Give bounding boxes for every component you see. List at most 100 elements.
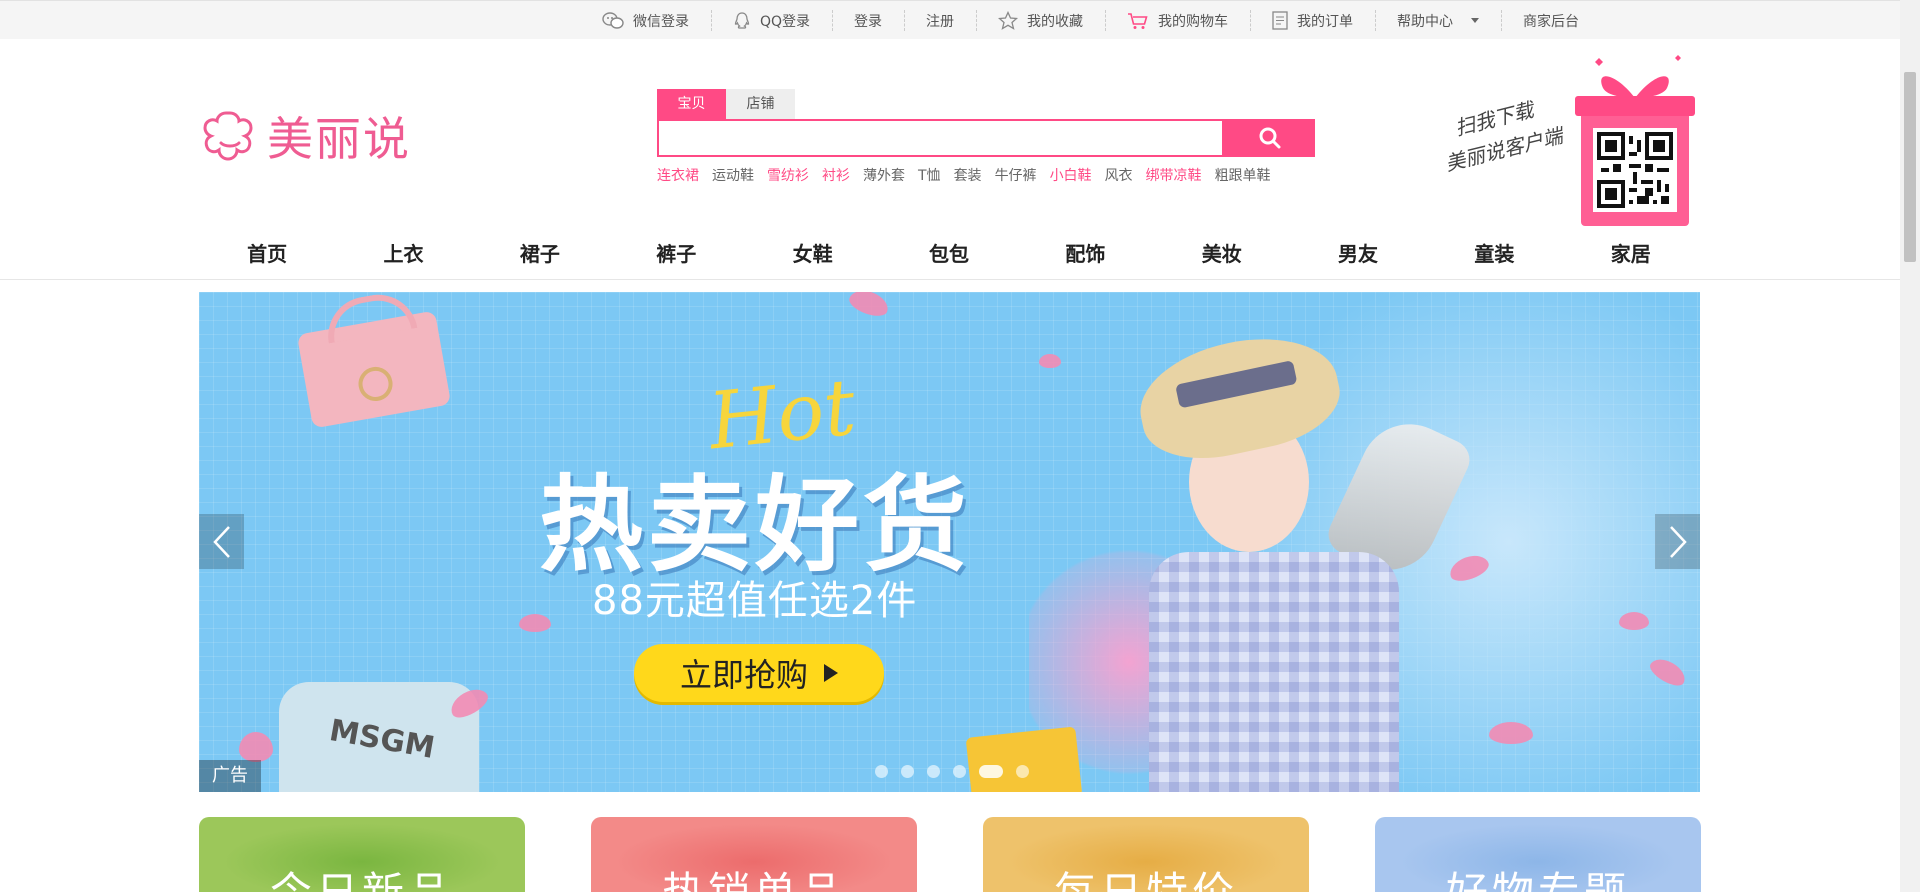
wechat-login-label: 微信登录: [633, 13, 689, 30]
hot-keyword[interactable]: 牛仔裤: [995, 165, 1037, 185]
favorites-link[interactable]: 我的收藏: [976, 1, 1105, 40]
logo[interactable]: 美丽说: [199, 103, 411, 169]
card-curated-topics[interactable]: 好物专题: [1375, 817, 1701, 892]
top-bar: 微信登录 QQ登录 登录 注册 我的收藏 我的购物车 我的订单 帮助中心 商家后…: [0, 0, 1900, 39]
search-button[interactable]: [1224, 119, 1315, 157]
hot-keyword[interactable]: 衬衫: [822, 165, 850, 185]
pagination-dot[interactable]: [953, 765, 966, 778]
hot-keyword[interactable]: 雪纺衫: [767, 165, 809, 185]
model-image: [1129, 302, 1429, 792]
nav-item-skirts[interactable]: 裙子: [472, 234, 608, 274]
cart-label: 我的购物车: [1158, 13, 1229, 30]
tab-items[interactable]: 宝贝: [657, 89, 726, 119]
nav-item-home[interactable]: 首页: [199, 234, 335, 274]
wechat-login-link[interactable]: 微信登录: [580, 1, 711, 40]
banner-subline: 88元超值任选2件: [592, 578, 918, 624]
nav-item-pants[interactable]: 裤子: [608, 234, 744, 274]
petal-decor: [1489, 722, 1533, 744]
wechat-icon: [602, 11, 624, 29]
qq-login-link[interactable]: QQ登录: [711, 1, 832, 40]
page: 微信登录 QQ登录 登录 注册 我的收藏 我的购物车 我的订单 帮助中心 商家后…: [0, 0, 1920, 892]
play-arrow-icon: [824, 664, 838, 682]
pagination-dot[interactable]: [875, 765, 888, 778]
nav-item-beauty[interactable]: 美妆: [1154, 234, 1290, 274]
tshirt-print: MSGM: [326, 713, 438, 766]
pagination-dot[interactable]: [1016, 765, 1029, 778]
nav-item-kids[interactable]: 童装: [1426, 234, 1562, 274]
orders-link[interactable]: 我的订单: [1250, 1, 1375, 40]
hot-keyword[interactable]: T恤: [918, 165, 941, 185]
pagination-dot[interactable]: [901, 765, 914, 778]
hot-keyword[interactable]: 运动鞋: [712, 165, 754, 185]
star-icon: [998, 11, 1019, 30]
card-best-sellers[interactable]: 热销单品: [591, 817, 917, 892]
petal-decor: [239, 732, 273, 762]
tshirt-image: MSGM: [279, 682, 479, 792]
login-label: 登录: [854, 13, 883, 30]
search-tabs: 宝贝 店铺: [657, 89, 1315, 119]
orders-label: 我的订单: [1297, 13, 1354, 30]
hot-keywords: 连衣裙 运动鞋 雪纺衫 衬衫 薄外套 T恤 套装 牛仔裤 小白鞋 风衣 绑带凉鞋…: [657, 165, 1315, 185]
logo-flower-icon: [203, 111, 253, 161]
hot-keyword[interactable]: 小白鞋: [1050, 165, 1092, 185]
merchant-backend-link[interactable]: 商家后台: [1501, 1, 1601, 40]
banner-prev-button[interactable]: [199, 514, 244, 569]
cart-link[interactable]: 我的购物车: [1105, 1, 1250, 40]
nav-item-accessories[interactable]: 配饰: [1017, 234, 1153, 274]
search-input[interactable]: [657, 119, 1224, 157]
search-box: 宝贝 店铺 连衣裙 运动鞋 雪纺衫 衬衫 薄外套 T恤 套装 牛仔裤 小白鞋 风…: [657, 89, 1315, 185]
hot-keyword[interactable]: 粗跟单鞋: [1215, 165, 1271, 185]
card-label: 今日新品: [199, 859, 525, 892]
nav-item-bags[interactable]: 包包: [881, 234, 1017, 274]
help-center-link[interactable]: 帮助中心: [1375, 1, 1501, 40]
ad-badge: 广告: [199, 760, 261, 792]
nav-item-boyfriend[interactable]: 男友: [1290, 234, 1426, 274]
buy-now-label: 立即抢购: [679, 656, 808, 694]
login-link[interactable]: 登录: [832, 1, 904, 40]
app-download-qr[interactable]: 扫我下载 美丽说客户端: [1440, 52, 1700, 232]
search-icon: [1259, 127, 1280, 149]
qq-icon: [734, 11, 750, 29]
chevron-right-icon: [1669, 525, 1687, 558]
card-label: 每日特价: [983, 859, 1309, 892]
yellow-bag-image: [965, 726, 1083, 792]
register-label: 注册: [926, 13, 955, 30]
petal-decor: [1619, 612, 1649, 630]
merchant-backend-label: 商家后台: [1523, 13, 1580, 30]
petal-decor: [1039, 354, 1061, 368]
cart-icon: [1128, 12, 1148, 29]
top-links: 微信登录 QQ登录 登录 注册 我的收藏 我的购物车 我的订单 帮助中心 商家后…: [580, 1, 1601, 40]
hot-keyword[interactable]: 套装: [954, 165, 982, 185]
hot-keyword[interactable]: 风衣: [1105, 165, 1133, 185]
pagination-dot[interactable]: [979, 765, 1003, 778]
hero-banner[interactable]: MSGM Hot 热卖好货 88元超值任选2件 立即抢购 广告: [199, 292, 1700, 792]
qq-login-label: QQ登录: [760, 13, 811, 30]
pagination-dot[interactable]: [927, 765, 940, 778]
buy-now-button[interactable]: 立即抢购: [634, 644, 884, 702]
logo-text: 美丽说: [267, 112, 411, 166]
scrollbar-thumb[interactable]: [1904, 72, 1916, 262]
favorites-label: 我的收藏: [1027, 13, 1084, 30]
order-icon: [1272, 11, 1288, 30]
category-nav: 首页 上衣 裙子 裤子 女鞋 包包 配饰 美妆 男友 童装 家居: [199, 234, 1699, 274]
banner-pagination: [875, 765, 1042, 778]
nav-divider: [0, 279, 1900, 280]
qr-code: [1593, 128, 1677, 212]
hot-keyword[interactable]: 绑带凉鞋: [1146, 165, 1202, 185]
nav-item-tops[interactable]: 上衣: [335, 234, 471, 274]
page-scrollbar[interactable]: [1900, 0, 1920, 892]
card-new-arrivals[interactable]: 今日新品: [199, 817, 525, 892]
banner-next-button[interactable]: [1655, 514, 1700, 569]
tab-shops[interactable]: 店铺: [726, 89, 795, 119]
petal-decor: [519, 614, 551, 632]
hot-keyword[interactable]: 连衣裙: [657, 165, 699, 185]
help-center-label: 帮助中心: [1397, 13, 1454, 30]
nav-item-shoes[interactable]: 女鞋: [744, 234, 880, 274]
chevron-down-icon: [1471, 18, 1480, 23]
register-link[interactable]: 注册: [904, 1, 976, 40]
card-daily-deals[interactable]: 每日特价: [983, 817, 1309, 892]
hot-keyword[interactable]: 薄外套: [863, 165, 905, 185]
nav-item-home-living[interactable]: 家居: [1563, 234, 1699, 274]
chevron-left-icon: [212, 525, 230, 558]
qr-caption: 扫我下载 美丽说客户端: [1434, 88, 1566, 179]
